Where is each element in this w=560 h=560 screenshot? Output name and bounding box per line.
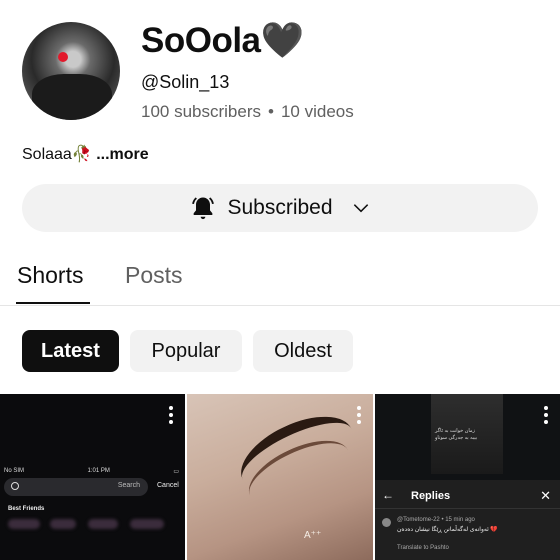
filter-oldest-chip[interactable]: Oldest [253,330,353,372]
filter-latest-chip[interactable]: Latest [22,330,119,372]
panel-divider [375,508,560,509]
blurred-contact [8,519,40,529]
thumb-overlay-text: زمان خوانت بە ئاگر بیبە بە جەرگی سوتاو [435,428,478,441]
short-thumbnail-2[interactable]: A⁺⁺ [187,394,373,560]
blurred-contact [50,519,76,529]
stats-separator: • [268,102,274,121]
status-carrier: No SIM [4,468,25,474]
tab-posts[interactable]: Posts [125,262,183,289]
search-icon [11,482,19,490]
subscriber-count: 100 subscribers [141,102,262,121]
commenter-avatar [382,518,391,527]
translate-link: Translate to Pashto [397,545,449,551]
more-options-icon[interactable] [357,406,361,424]
subscribed-button[interactable]: Subscribed [22,184,538,232]
status-time: 1:01 PM [87,468,110,474]
channel-name: SoOola🖤 [141,21,304,60]
blurred-contact [88,519,118,529]
video-count: 10 videos [280,102,354,121]
thumb-search-field: Search [4,478,148,496]
replies-title: Replies [411,490,451,502]
battery-icon: ▭ [173,469,179,475]
subscribed-label: Subscribed [227,196,333,219]
thumb-photo: زمان خوانت بە ئاگر بیبە بە جەرگی سوتاو [431,394,503,474]
short-thumbnail-1[interactable]: No SIM 1:01 PM ▭ Search Cancel Best Frie… [0,394,185,560]
selected-tab-indicator [16,302,90,304]
channel-tabs: Shorts Posts [0,252,560,306]
avatar-red-accent [58,52,68,62]
filter-popular-chip[interactable]: Popular [130,330,242,372]
tab-shorts[interactable]: Shorts [17,262,83,289]
short-thumbnail-3[interactable]: زمان خوانت بە ئاگر بیبە بە جەرگی سوتاو ←… [375,394,560,560]
thumb-overlay-text: A⁺⁺ [304,530,322,541]
close-icon: ✕ [540,488,551,503]
thumb-status-bar: No SIM 1:01 PM ▭ [4,468,179,475]
back-arrow-icon: ← [382,488,394,502]
thumb-section-label: Best Friends [8,506,45,512]
channel-stats: 100 subscribers • 10 videos [141,102,354,122]
blurred-contact [130,519,164,529]
thumb-search-placeholder: Search [117,482,140,489]
chevron-down-icon [353,204,368,213]
more-link[interactable]: ...more [96,146,148,163]
more-options-icon[interactable] [169,406,173,424]
comment-text: ئەوانەی لەگەڵمانن ڕێگا نیشان دەدەن 💔 [397,527,498,533]
bio-text: Solaaa🥀 [22,146,92,163]
channel-avatar[interactable] [22,22,120,120]
channel-description[interactable]: Solaaa🥀 ...more [22,144,149,164]
bell-ringing-icon [192,197,215,220]
more-options-icon[interactable] [544,406,548,424]
comment-meta: @Tometome-22 • 15 min ago [397,517,475,523]
avatar-figure [32,74,112,120]
channel-handle: @Solin_13 [141,72,230,92]
thumb-cancel-text: Cancel [157,482,179,489]
